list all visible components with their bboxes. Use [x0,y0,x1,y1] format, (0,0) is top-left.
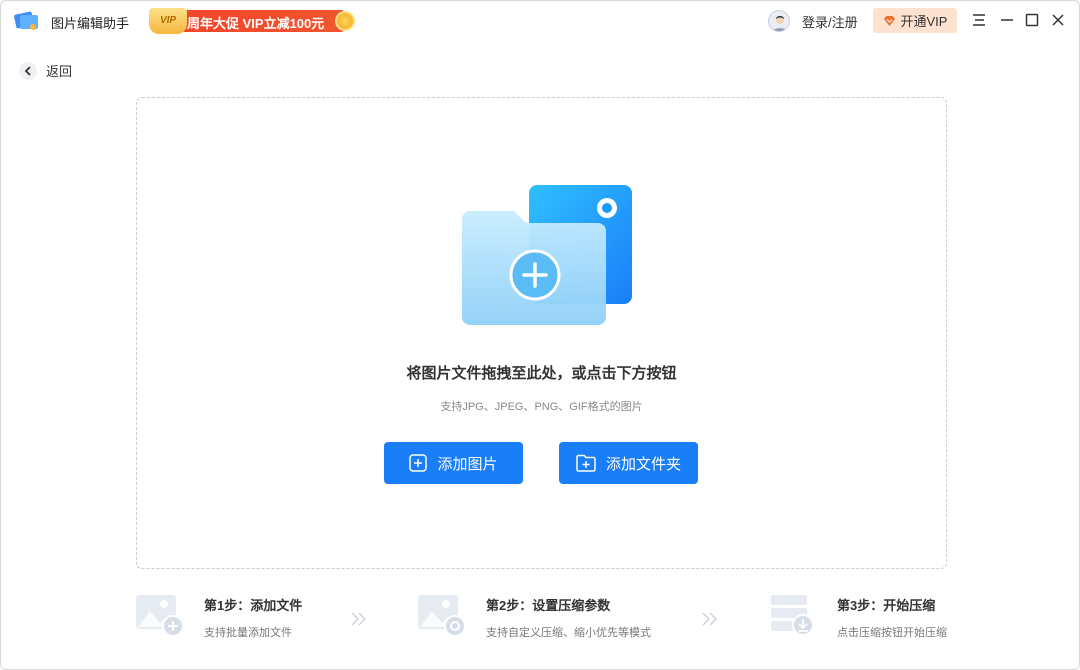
promo-banner[interactable]: VIP 周年大促 VIP立减100元 [149,8,357,34]
back-label: 返回 [46,61,72,80]
step-title: 第1步：添加文件 [204,595,302,614]
app-name: 图片编辑助手 [51,13,129,32]
step-desc: 支持批量添加文件 [204,624,302,640]
login-link[interactable]: 登录/注册 [768,10,858,32]
avatar [768,10,790,32]
add-folder-button[interactable]: 添加文件夹 [559,442,698,484]
promo-text: 周年大促 VIP立减100元 [187,13,324,32]
add-folder-label: 添加文件夹 [606,453,681,474]
folder-add-illustration [462,183,637,328]
folder-plus-icon [576,454,596,472]
step-desc: 支持自定义压缩、缩小优先等模式 [486,624,651,640]
compress-download-icon [771,593,815,637]
supported-formats: 支持JPG、JPEG、PNG、GIF格式的图片 [137,398,946,414]
diamond-icon [883,15,896,27]
image-settings-icon [418,593,464,637]
steps-bar: 第1步：添加文件支持批量添加文件 第2步：设置压缩参数支持自定义压缩、缩小优先等… [1,593,1080,643]
step-title: 第2步：设置压缩参数 [486,595,651,614]
vip-button[interactable]: 开通VIP [873,8,957,33]
add-image-label: 添加图片 [437,453,497,474]
chevron-double-right-icon [350,611,368,627]
drop-prompt: 将图片文件拖拽至此处，或点击下方按钮 [137,362,946,383]
close-icon[interactable] [1050,12,1066,28]
promo-vip-badge: VIP [149,8,187,34]
back-button[interactable]: 返回 [19,61,72,80]
login-label: 登录/注册 [802,12,858,31]
minimize-icon[interactable] [999,12,1015,28]
step-title: 第3步：开始压缩 [837,595,947,614]
maximize-icon[interactable] [1024,12,1040,28]
vip-button-label: 开通VIP [901,11,948,30]
menu-icon[interactable] [971,12,987,28]
image-add-icon [136,593,182,637]
add-image-button[interactable]: 添加图片 [384,442,523,484]
step-3: 第3步：开始压缩点击压缩按钮开始压缩 [771,593,947,640]
step-1: 第1步：添加文件支持批量添加文件 [136,593,302,640]
title-bar: 图片编辑助手 VIP 周年大促 VIP立减100元 登录/注册 开通VIP [1,1,1080,41]
step-2: 第2步：设置压缩参数支持自定义压缩、缩小优先等模式 [418,593,651,640]
drop-zone[interactable]: 将图片文件拖拽至此处，或点击下方按钮 支持JPG、JPEG、PNG、GIF格式的… [136,97,947,569]
chevron-double-right-icon [701,611,719,627]
step-desc: 点击压缩按钮开始压缩 [837,624,947,640]
chevron-left-icon [24,66,32,76]
coin-icon [335,11,355,31]
plus-square-icon [409,454,427,472]
app-logo-icon [13,9,41,33]
